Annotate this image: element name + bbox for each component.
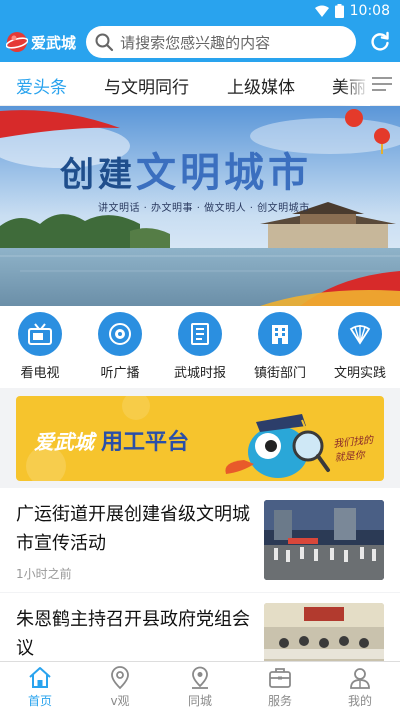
map-pin-icon: [192, 666, 208, 689]
tv-icon: [18, 312, 62, 356]
quick-link-label: 武城时报: [173, 366, 226, 381]
refresh-icon: [371, 31, 389, 51]
ad-title: 爱武城 用工平台: [34, 424, 189, 456]
quick-link-label: 听广播: [100, 366, 140, 381]
nav-profile[interactable]: 我的: [320, 662, 400, 712]
radio-icon: [98, 312, 142, 356]
quick-link-label: 文明实践: [333, 366, 386, 381]
banner-title: 创建文明城市: [60, 140, 312, 198]
refresh-button[interactable]: [366, 27, 394, 57]
quick-link-tv[interactable]: 看电视: [0, 306, 80, 388]
banner-subtitle: 讲文明话 · 办文明事 · 做文明人 · 创文明城市: [98, 203, 310, 214]
search-placeholder: 请搜索您感兴趣的内容: [120, 33, 271, 52]
wifi-icon: [314, 5, 329, 17]
nav-label: 同城: [187, 694, 212, 708]
tab-higher-media[interactable]: 上级媒体: [227, 73, 295, 98]
tab-headlines[interactable]: 爱头条: [16, 73, 67, 98]
building-icon: [258, 312, 302, 356]
search-icon: [95, 33, 114, 52]
ad-slogan: 我们找的 就是你: [333, 434, 376, 466]
quick-link-label: 镇街部门: [253, 366, 306, 381]
menu-icon[interactable]: [370, 74, 394, 94]
newspaper-icon: [178, 312, 222, 356]
briefcase-icon: [269, 668, 291, 688]
nav-label: 首页: [27, 694, 52, 708]
app-header: 10:08 爱武城 请搜索您感兴趣的内容: [0, 0, 400, 62]
location-pin-icon: [111, 666, 129, 690]
news-thumbnail: [264, 500, 384, 580]
banner-carousel[interactable]: 创建文明城市 讲文明话 · 办文明事 · 做文明人 · 创文明城市: [0, 106, 400, 306]
fan-icon: [338, 312, 382, 356]
banner-title-part-a: 创建: [60, 155, 136, 195]
news-title: 广运街道开展创建省级文明城市宣传活动: [16, 504, 250, 554]
nav-label: 服务: [267, 694, 292, 708]
quick-link-newspaper[interactable]: 武城时报: [160, 306, 240, 388]
ad-headline: 用工平台: [100, 430, 189, 455]
quick-links: 看电视 听广播 武城时报 镇街部门 文明实践: [0, 306, 400, 388]
app-name: 爱武城: [31, 33, 77, 52]
nav-services[interactable]: 服务: [240, 662, 320, 712]
profile-icon: [350, 668, 370, 689]
news-item[interactable]: 朱恩鹤主持召开县政府党组会议: [0, 593, 400, 661]
logo-globe-icon: [6, 32, 28, 52]
search-input[interactable]: 请搜索您感兴趣的内容: [86, 26, 357, 58]
status-bar: 10:08: [0, 0, 400, 22]
quick-link-departments[interactable]: 镇街部门: [240, 306, 320, 388]
category-tabs: 爱头条 与文明同行 上级媒体 美丽: [0, 62, 400, 106]
tab-civilization[interactable]: 与文明同行: [104, 73, 189, 98]
nav-home[interactable]: 首页: [0, 662, 80, 712]
news-thumbnail: [264, 603, 384, 661]
nav-vview[interactable]: v观: [80, 662, 160, 712]
header-bar: 爱武城 请搜索您感兴趣的内容: [0, 22, 400, 62]
quick-link-label: 看电视: [20, 366, 60, 381]
banner-title-part-b: 文明城市: [136, 149, 312, 196]
app-logo[interactable]: 爱武城: [6, 31, 86, 53]
news-item[interactable]: 广运街道开展创建省级文明城市宣传活动 1小时之前: [0, 488, 400, 592]
battery-icon: [334, 4, 344, 18]
employment-ad-banner[interactable]: 爱武城 用工平台 我们找的 就是你: [16, 396, 384, 481]
nav-label: v观: [110, 694, 130, 708]
nav-label: 我的: [347, 694, 372, 708]
news-timestamp: 1小时之前: [16, 567, 72, 581]
status-time: 10:08: [349, 3, 390, 19]
home-icon: [29, 667, 51, 688]
nav-local[interactable]: 同城: [160, 662, 240, 712]
ad-brand: 爱武城: [34, 430, 94, 454]
bottom-navigation: 首页 v观 同城 服务 我的: [0, 661, 400, 712]
tabs-fade: [340, 62, 370, 106]
news-title: 朱恩鹤主持召开县政府党组会议: [16, 609, 250, 659]
quick-link-practice[interactable]: 文明实践: [320, 306, 400, 388]
quick-link-radio[interactable]: 听广播: [80, 306, 160, 388]
